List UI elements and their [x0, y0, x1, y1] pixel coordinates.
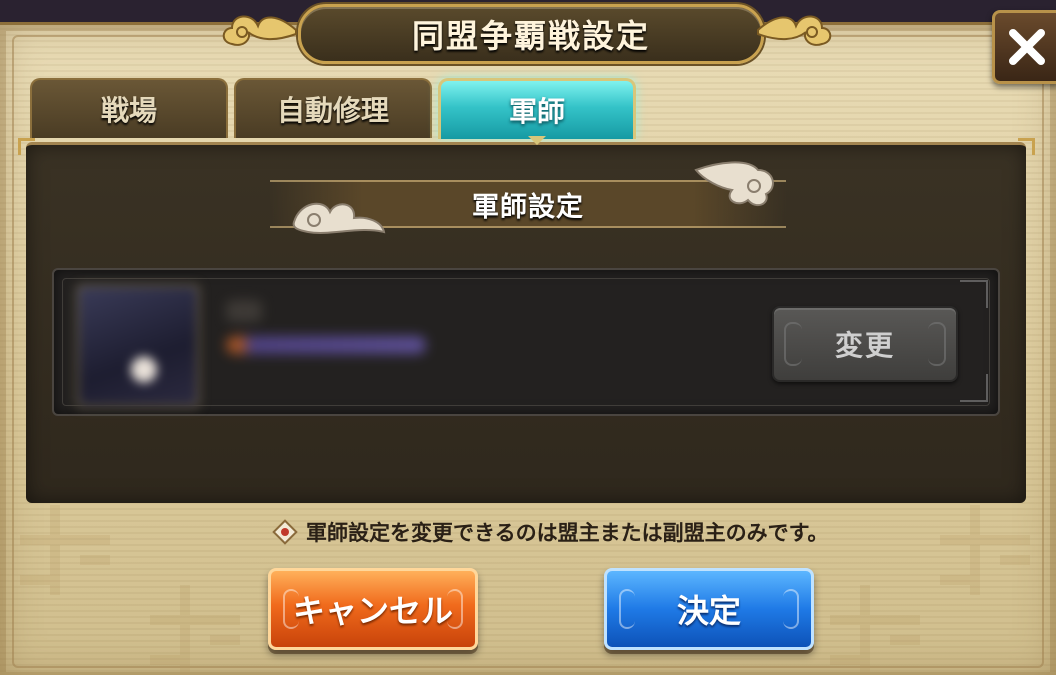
game-screen: 同盟争覇戦設定 戦場 自動修理 軍師 軍師設定 変更 軍師設定を変更できるのは盟…: [0, 0, 1056, 675]
button-ornament: [283, 589, 299, 629]
fret-corner-icon: [960, 280, 988, 308]
dialog-title-plaque: 同盟争覇戦設定: [298, 4, 764, 64]
tab-strategist[interactable]: 軍師: [438, 78, 636, 139]
strategist-row: 変更: [52, 268, 1000, 416]
panel-corner: [18, 138, 35, 155]
tab-auto-repair[interactable]: 自動修理: [234, 78, 432, 138]
cloud-swirl-icon: [694, 161, 774, 207]
fret-ornament: [830, 585, 920, 675]
strategist-level-blurred: [226, 300, 262, 322]
cloud-ornament-left-icon: [222, 15, 297, 46]
tab-label: 自動修理: [276, 94, 389, 127]
notice-text: 軍師設定を変更できるのは盟主または副盟主のみです。: [306, 521, 829, 545]
button-ornament: [784, 322, 802, 366]
strategist-portrait-avatar: [76, 284, 200, 408]
permission-notice: 軍師設定を変更できるのは盟主または副盟主のみです。: [272, 515, 828, 549]
cancel-button[interactable]: キャンセル: [268, 568, 478, 650]
seal-icon: [272, 519, 298, 545]
fret-corner-icon: [960, 374, 988, 402]
button-ornament: [447, 589, 463, 629]
fret-ornament: [20, 505, 110, 595]
cancel-button-label: キャンセル: [292, 592, 453, 630]
tab-label: 戦場: [100, 94, 157, 127]
section-title: 軍師設定: [472, 191, 584, 223]
cloud-ornament-right-icon: [757, 15, 832, 46]
fret-ornament: [940, 505, 1030, 595]
active-tab-pointer: [528, 136, 546, 145]
change-strategist-button[interactable]: 変更: [772, 306, 958, 382]
fret-ornament: [150, 585, 240, 675]
button-ornament: [619, 589, 635, 629]
button-ornament: [783, 589, 799, 629]
tab-label: 軍師: [508, 95, 565, 128]
strategist-name-blurred: [226, 336, 426, 354]
button-ornament: [928, 322, 946, 366]
panel-corner: [1018, 138, 1035, 155]
close-button[interactable]: [992, 10, 1056, 84]
tab-battlefield[interactable]: 戦場: [30, 78, 228, 138]
change-button-label: 変更: [834, 329, 895, 362]
confirm-button[interactable]: 決定: [604, 568, 814, 650]
cloud-swirl-icon: [292, 202, 386, 234]
confirm-button-label: 決定: [676, 592, 741, 630]
dialog-title: 同盟争覇戦設定: [411, 17, 650, 55]
close-icon: [1009, 29, 1045, 65]
